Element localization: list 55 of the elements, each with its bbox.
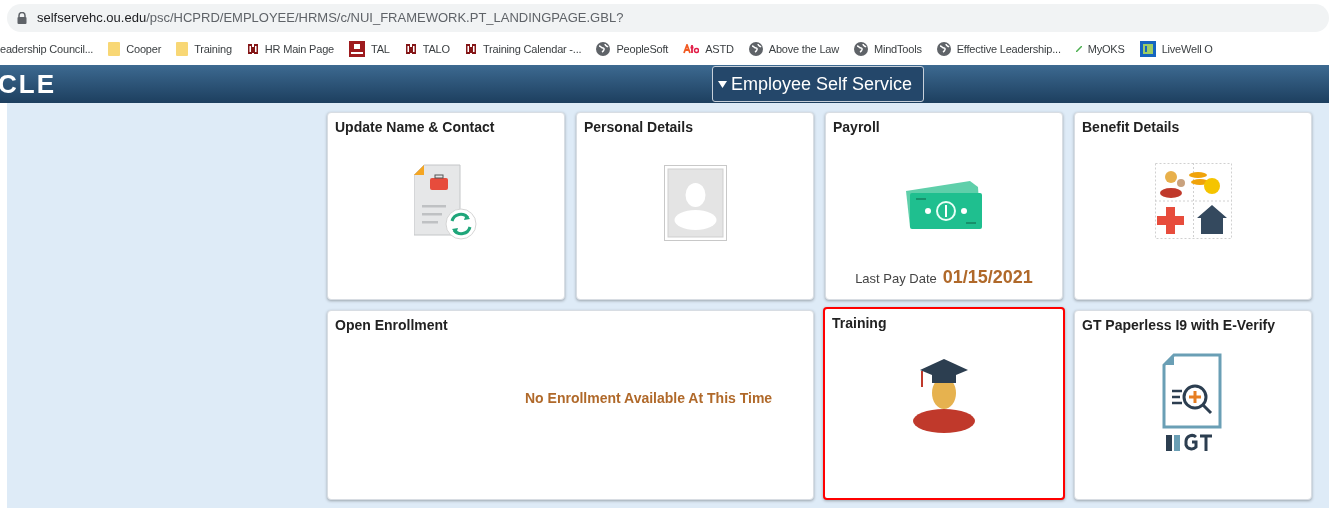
benefits-grid-icon [1154,163,1232,239]
globe-icon [936,42,951,56]
address-bar[interactable]: selfservehc.ou.edu/psc/HCPRD/EMPLOYEE/HRMS/c/NUI_FRAMEWORK.PT_LANDINGPAGE.GBL? [7,3,1329,32]
globe-icon [596,42,611,56]
bookmark-logo-icon [404,42,417,56]
document-sync-icon [414,163,478,241]
graduate-icon [912,359,976,433]
tile-title: GT Paperless I9 with E-Verify [1082,317,1276,333]
tile-title: Training [832,315,888,331]
enrollment-message: No Enrollment Available At This Time [525,389,774,408]
bookmark-link[interactable]: PeopleSoft [616,40,669,58]
leaf-icon [1075,46,1082,52]
bookmark-logo-icon [1139,41,1156,57]
tile[interactable]: Payroll Last Pay Date 01/15/2021 [825,112,1063,300]
bookmark-logo-icon [464,42,477,56]
bookmark-link[interactable]: Effective Leadership... [956,40,1061,58]
bookmark-link[interactable]: MindTools [873,40,922,58]
profile-photo-placeholder-icon [663,165,727,241]
globe-icon [853,42,868,56]
money-bills-icon [906,179,982,231]
bookmark-logo-icon [349,41,365,57]
folder-icon [176,42,189,56]
tile[interactable]: Update Name & Contact [327,112,565,300]
bookmark-link[interactable]: Above the Law [768,40,839,58]
bookmark-link[interactable]: Training [194,40,232,58]
homepage-dropdown[interactable]: Employee Self Service [712,66,924,102]
tile[interactable]: Open Enrollment No Enrollment Available At This Time [327,310,814,500]
tile-title: Open Enrollment [335,317,449,333]
tile-title: Personal Details [584,119,694,135]
globe-icon [748,42,763,56]
tile[interactable]: Benefit Details [1074,112,1312,300]
tile-title: Update Name & Contact [335,119,496,135]
bookmark-link[interactable]: LiveWell O [1161,40,1213,58]
caret-icon [718,80,727,88]
pay-date-label: Last Pay Date [855,270,937,288]
bookmark-link[interactable]: MyOKS [1087,40,1125,58]
bookmark-link[interactable]: HR Main Page [264,40,334,58]
pay-date-value: 01/15/2021 [942,266,1033,289]
bookmark-link[interactable]: ASTD [705,40,734,58]
tile[interactable]: Training [823,307,1065,500]
bookmark-logo-icon [683,44,700,54]
lock-icon [17,11,27,24]
bookmark-link[interactable]: TALO [422,40,450,58]
folder-icon [108,42,121,56]
bookmark-logo-icon [246,42,259,56]
bookmark-link[interactable]: eadership Council... [0,40,94,58]
tile[interactable]: GT Paperless I9 with E-Verify [1074,310,1312,500]
bookmark-link[interactable]: Cooper [126,40,162,58]
bookmark-link[interactable]: Training Calendar -... [482,40,582,58]
tile[interactable]: Personal Details [576,112,814,300]
tile-title: Benefit Details [1082,119,1181,135]
bookmark-link[interactable]: TAL [371,40,390,58]
tile-title: Payroll [833,119,881,135]
url-text: selfservehc.ou.edu/psc/HCPRD/EMPLOYEE/HRMS/c/NUI_FRAMEWORK.PT_LANDINGPAGE.GBL? [37,8,624,27]
document-search-gt-icon [1162,353,1224,453]
